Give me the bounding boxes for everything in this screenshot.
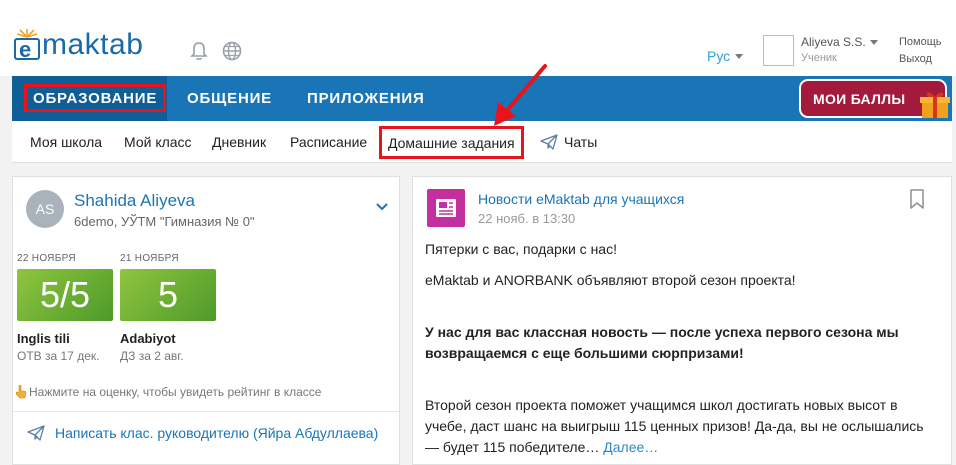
subnav-my-school[interactable]: Моя школа <box>30 121 102 163</box>
chevron-down-icon <box>735 53 744 59</box>
language-selector[interactable]: Рус <box>707 48 744 64</box>
grade-note: ДЗ за 2 авг. <box>120 349 184 363</box>
newspaper-icon <box>427 189 465 227</box>
news-paragraph-bold: У нас для вас классная новость — после у… <box>425 324 899 361</box>
subnav-chats-label: Чаты <box>564 134 598 150</box>
user-name: Aliyeva S.S. <box>801 35 866 49</box>
profile-card: AS Shahida Aliyeva 6demo, УЎТМ "Гимназия… <box>12 176 400 465</box>
grade-card[interactable]: 21 НОЯБРЯ 5 Adabiyot ДЗ за 2 авг. <box>120 253 220 363</box>
emaktab-logo[interactable]: e maktab <box>14 22 143 62</box>
news-source-link[interactable]: Новости eMaktab для учащихся <box>478 191 684 207</box>
news-card: Новости eMaktab для учащихся 22 нояб. в … <box>412 176 952 465</box>
globe-icon[interactable] <box>221 40 243 62</box>
chevron-down-icon <box>869 39 878 45</box>
subnav-my-class[interactable]: Мой класс <box>124 121 192 163</box>
grade-subject: Adabiyot <box>120 331 176 346</box>
news-paragraph: Пятерки с вас, подарки с нас! <box>425 241 617 257</box>
my-points-button[interactable]: МОИ БАЛЛЫ <box>799 79 950 118</box>
grade-value[interactable]: 5/5 <box>17 269 113 321</box>
news-excerpt-text: Второй сезон проекта поможет учащимся шк… <box>425 397 924 455</box>
nav-tab-label: ОБЩЕНИЕ <box>187 90 272 107</box>
header: e maktab Рус Aliyeva S.S. Ученик Помощь … <box>0 0 956 76</box>
bell-icon[interactable] <box>188 40 210 62</box>
news-body: Пятерки с вас, подарки с нас! eMaktab и … <box>425 239 940 464</box>
user-avatar[interactable] <box>763 35 794 66</box>
grade-value[interactable]: 5 <box>120 269 216 321</box>
subnav-schedule[interactable]: Расписание <box>290 121 367 163</box>
logo-text: maktab <box>42 28 144 61</box>
nav-tab-label: ПРИЛОЖЕНИЯ <box>307 90 425 107</box>
help-link[interactable]: Помощь <box>899 36 942 48</box>
grade-date: 22 НОЯБРЯ <box>17 253 76 264</box>
nav-tab-label: ОБРАЗОВАНИЕ <box>24 84 167 112</box>
chevron-down-icon[interactable] <box>376 203 388 211</box>
avatar[interactable]: AS <box>26 190 64 228</box>
grade-subject: Inglis tili <box>17 331 70 346</box>
nav-tab-education[interactable]: ОБРАЗОВАНИЕ <box>12 76 167 121</box>
write-teacher-label: Написать клас. руководителю (Яйра Абдулл… <box>55 425 379 441</box>
user-menu[interactable]: Aliyeva S.S. <box>801 35 878 49</box>
news-date: 22 нояб. в 13:30 <box>478 211 576 226</box>
paper-plane-icon <box>27 425 45 441</box>
read-more-link[interactable]: Далее… <box>603 439 658 455</box>
user-role: Ученик <box>801 52 837 64</box>
gift-icon <box>920 92 950 118</box>
pointing-hand-icon <box>15 385 27 399</box>
nav-tab-communication[interactable]: ОБЩЕНИЕ <box>187 76 272 121</box>
write-teacher-link[interactable]: Написать клас. руководителю (Яйра Абдулл… <box>27 425 392 441</box>
nav-tab-apps[interactable]: ПРИЛОЖЕНИЯ <box>307 76 425 121</box>
language-label: Рус <box>707 48 731 64</box>
news-paragraph-excerpt: Второй сезон проекта поможет учащимся шк… <box>425 395 940 458</box>
grade-hint: Нажмите на оценку, чтобы увидеть рейтинг… <box>15 385 321 399</box>
paper-plane-icon <box>540 134 558 150</box>
profile-school: 6demo, УЎТМ "Гимназия № 0" <box>74 214 255 229</box>
logo-letter: e <box>19 37 32 62</box>
grade-card[interactable]: 22 НОЯБРЯ 5/5 Inglis tili ОТВ за 17 дек. <box>17 253 117 363</box>
grade-note: ОТВ за 17 дек. <box>17 349 100 363</box>
profile-name[interactable]: Shahida Aliyeva <box>74 191 195 211</box>
grade-hint-text: Нажмите на оценку, чтобы увидеть рейтинг… <box>29 385 322 399</box>
bookmark-icon[interactable] <box>909 189 925 209</box>
divider <box>13 411 399 412</box>
annotation-arrow-icon <box>494 64 547 126</box>
my-points-label: МОИ БАЛЛЫ <box>813 90 906 107</box>
main-nav: ОБРАЗОВАНИЕ ОБЩЕНИЕ ПРИЛОЖЕНИЯ МОИ БАЛЛЫ <box>12 76 952 121</box>
logout-link[interactable]: Выход <box>899 53 932 65</box>
sub-nav: Моя школа Мой класс Дневник Расписание Д… <box>12 121 952 163</box>
subnav-homework[interactable]: Домашние задания <box>379 126 524 159</box>
news-paragraph: eMaktab и ANORBANK объявляют второй сезо… <box>425 272 796 288</box>
logo-book-icon: e <box>14 28 40 62</box>
subnav-diary[interactable]: Дневник <box>212 121 266 163</box>
grade-date: 21 НОЯБРЯ <box>120 253 179 264</box>
